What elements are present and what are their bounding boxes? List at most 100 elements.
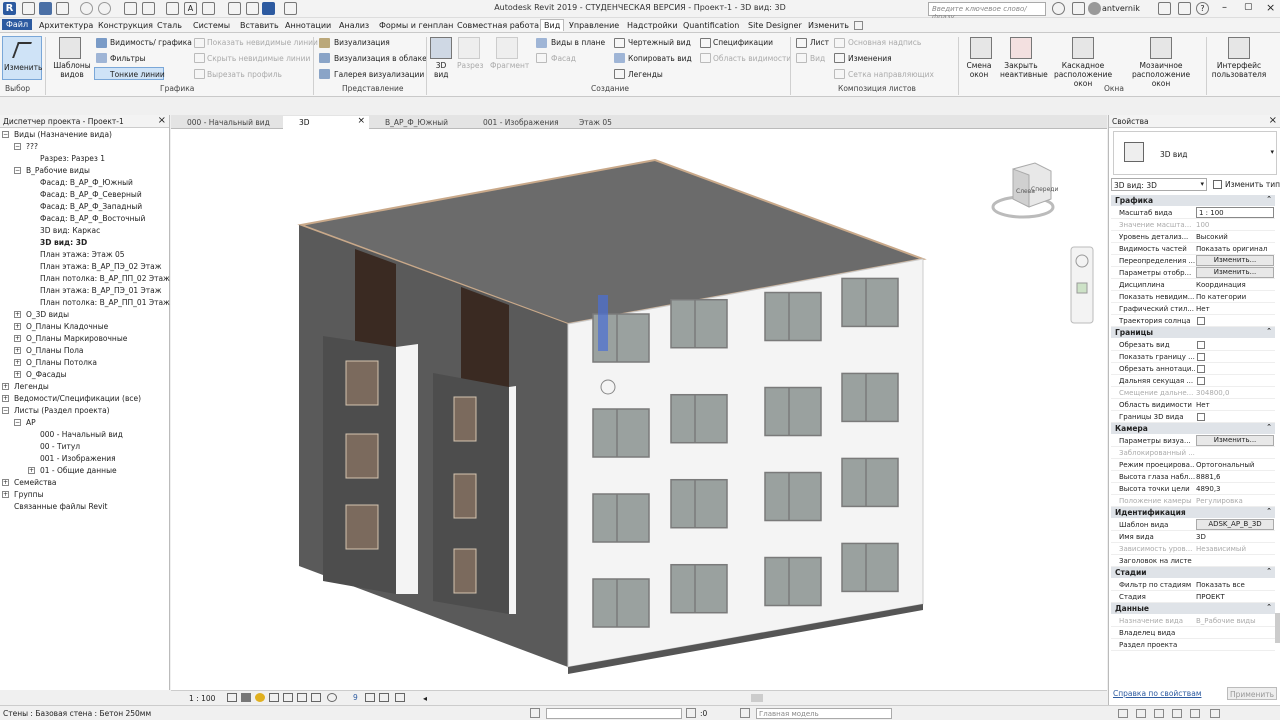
modify-button[interactable]: Изменить xyxy=(2,36,42,80)
property-edit-button[interactable]: Изменить... xyxy=(1196,267,1274,278)
view-templates-button[interactable]: Шаблоны видов xyxy=(52,61,92,79)
design-option-dropdown[interactable]: Главная модель xyxy=(756,708,892,719)
collapse-icon[interactable]: ⌃ xyxy=(1266,603,1272,611)
close-icon[interactable]: × xyxy=(1266,1,1275,14)
filter-icon[interactable] xyxy=(686,708,696,718)
tab-quantification[interactable]: Quantification xyxy=(683,21,739,30)
tab-analyze[interactable]: Анализ xyxy=(339,21,369,30)
schedules-button[interactable]: Спецификации xyxy=(713,38,773,47)
edit-type-button[interactable]: Изменить тип xyxy=(1211,178,1280,191)
collapse-icon[interactable]: ⌃ xyxy=(1266,567,1272,575)
browser-item[interactable]: План потолка: В_АР_ПП_02 Этаж xyxy=(40,274,170,283)
search-input[interactable]: Введите ключевое слово/фразу xyxy=(928,2,1046,21)
browser-item[interactable]: ??? xyxy=(26,142,38,151)
3d-view-button[interactable]: 3D вид xyxy=(434,61,448,79)
design-options-icon[interactable] xyxy=(740,708,750,718)
property-section[interactable]: Данные ⌃ xyxy=(1111,603,1275,614)
property-value[interactable]: 1 : 100 xyxy=(1196,207,1274,218)
ribbon-toggle-icon[interactable] xyxy=(854,21,863,30)
tab-addins[interactable]: Надстройки xyxy=(627,21,678,30)
property-value[interactable]: 4890,3 xyxy=(1196,485,1274,493)
browser-item[interactable]: План этажа: В_АР_ПЭ_02 Этаж xyxy=(40,262,161,271)
browser-item[interactable]: Семейства xyxy=(14,478,57,487)
collapse-icon[interactable]: ⌃ xyxy=(1266,327,1272,335)
select-group-label[interactable]: Выбор xyxy=(5,84,30,93)
collapse-icon[interactable]: ⌃ xyxy=(1266,507,1272,515)
property-value[interactable]: Нет xyxy=(1196,401,1274,409)
tab-annotate[interactable]: Аннотации xyxy=(285,21,331,30)
tree-toggle[interactable]: + xyxy=(14,311,21,318)
property-checkbox[interactable] xyxy=(1197,365,1205,373)
property-value[interactable]: 3D xyxy=(1196,533,1274,541)
collapse-icon[interactable]: ⌃ xyxy=(1266,423,1272,431)
place-view-button[interactable]: Вид xyxy=(810,54,825,63)
show-crop-icon[interactable] xyxy=(297,693,307,702)
select-underlay-icon[interactable] xyxy=(1136,709,1146,718)
tab-south-elevation[interactable]: В_АР_Ф_Южный xyxy=(369,116,467,129)
title-block-button[interactable]: Основная надпись xyxy=(848,38,921,47)
help-icon[interactable]: ? xyxy=(1196,2,1209,15)
duplicate-view-button[interactable]: Копировать вид xyxy=(628,54,692,63)
close-inactive-button[interactable]: Закрыть неактивные xyxy=(1000,61,1048,79)
tree-toggle[interactable]: + xyxy=(28,467,35,474)
tab-collaborate[interactable]: Совместная работа xyxy=(457,21,539,30)
tree-toggle[interactable]: + xyxy=(2,395,9,402)
elevation-button[interactable]: Фасад xyxy=(551,54,576,63)
visibility-graphics-button[interactable]: Видимость/ графика xyxy=(110,38,192,47)
tab-file[interactable]: Файл xyxy=(2,19,33,30)
browser-item[interactable]: Виды (Назначение вида) xyxy=(14,130,112,139)
apply-button[interactable]: Применить xyxy=(1227,687,1277,700)
select-by-face-icon[interactable] xyxy=(1172,709,1182,718)
guide-grid-button[interactable]: Сетка направляющих xyxy=(848,70,934,79)
render-gallery-button[interactable]: Галерея визуализации xyxy=(334,70,424,79)
tab-3d[interactable]: 3D × xyxy=(283,116,369,129)
browser-item[interactable]: В_Рабочие виды xyxy=(26,166,90,175)
subscription-icon[interactable] xyxy=(1072,2,1085,15)
tree-toggle[interactable]: − xyxy=(2,407,9,414)
viewcube-front-face[interactable]: Спереди xyxy=(1031,186,1058,193)
temp-hide-icon[interactable] xyxy=(327,693,337,702)
filter-selection-icon[interactable] xyxy=(1210,709,1220,718)
browser-item[interactable]: Фасад: В_АР_Ф_Западный xyxy=(40,202,142,211)
browser-item[interactable]: 00 - Титул xyxy=(40,442,80,451)
tree-toggle[interactable]: − xyxy=(14,167,21,174)
browser-item[interactable]: Легенды xyxy=(14,382,49,391)
highlight-displacement-icon[interactable] xyxy=(379,693,389,702)
tab-images[interactable]: 001 - Изображения xyxy=(467,116,563,129)
collapse-icon[interactable]: ⌃ xyxy=(1266,195,1272,203)
3d-view-canvas[interactable]: Слева Спереди xyxy=(171,129,1107,690)
property-edit-button[interactable]: Изменить... xyxy=(1196,435,1274,446)
property-value[interactable]: Показать оригинал xyxy=(1196,245,1274,253)
section-button[interactable]: Разрез xyxy=(457,61,483,70)
property-section[interactable]: Графика ⌃ xyxy=(1111,195,1275,206)
property-value[interactable]: Нет xyxy=(1196,305,1274,313)
browser-item[interactable]: Фасад: В_АР_Ф_Северный xyxy=(40,190,142,199)
browser-item[interactable]: Фасад: В_АР_Ф_Восточный xyxy=(40,214,145,223)
close-icon[interactable]: × xyxy=(158,115,166,126)
property-edit-button[interactable]: ADSK_АР_В_3D xyxy=(1196,519,1274,530)
drag-elements-icon[interactable] xyxy=(1190,709,1200,718)
scroll-left-icon[interactable]: ◂ xyxy=(423,694,427,703)
tree-toggle[interactable]: + xyxy=(14,335,21,342)
maximize-icon[interactable]: ▢ xyxy=(1244,2,1253,12)
tree-toggle[interactable]: + xyxy=(14,347,21,354)
tree-toggle[interactable]: + xyxy=(2,479,9,486)
scope-box-button[interactable]: Область видимости xyxy=(713,54,791,63)
tab-systems[interactable]: Системы xyxy=(193,21,230,30)
switch-windows-button[interactable]: Смена окон xyxy=(964,61,994,79)
thin-lines-button[interactable]: Тонкие линии xyxy=(94,67,165,80)
tab-manage[interactable]: Управление xyxy=(569,21,619,30)
property-section[interactable]: Границы ⌃ xyxy=(1111,327,1275,338)
property-edit-button[interactable]: Изменить... xyxy=(1196,255,1274,266)
close-icon[interactable]: × xyxy=(1269,115,1277,126)
browser-item[interactable]: Разрез: Разрез 1 xyxy=(40,154,105,163)
property-checkbox[interactable] xyxy=(1197,377,1205,385)
plan-views-button[interactable]: Виды в плане xyxy=(551,38,605,47)
browser-item[interactable]: 01 - Общие данные xyxy=(40,466,117,475)
temporary-view-icon[interactable] xyxy=(395,693,405,702)
revisions-button[interactable]: Изменения xyxy=(848,54,892,63)
type-selector[interactable]: 3D вид ▾ xyxy=(1113,131,1277,175)
browser-item[interactable]: О_Планы Кладочные xyxy=(26,322,108,331)
browser-item[interactable]: Фасад: В_АР_Ф_Южный xyxy=(40,178,133,187)
property-checkbox[interactable] xyxy=(1197,317,1205,325)
